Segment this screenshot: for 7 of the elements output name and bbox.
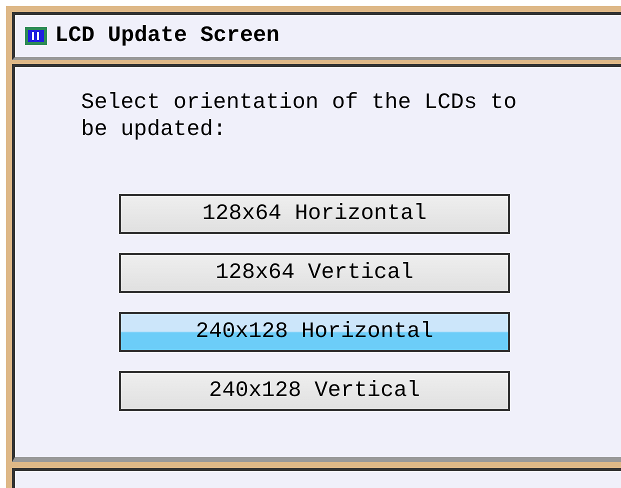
orientation-button[interactable]: 128x64 Vertical — [119, 252, 510, 293]
window-title: LCD Update Screen — [55, 24, 280, 47]
app-icon — [25, 26, 47, 45]
orientation-button[interactable]: 128x64 Horizontal — [119, 194, 510, 234]
orientation-button[interactable]: 240x128 Vertical — [119, 370, 510, 411]
prompt-text: Select orientation of the LCDs to be updated: — [81, 88, 518, 143]
orientation-button[interactable]: 240x128 Horizontal — [119, 312, 510, 352]
